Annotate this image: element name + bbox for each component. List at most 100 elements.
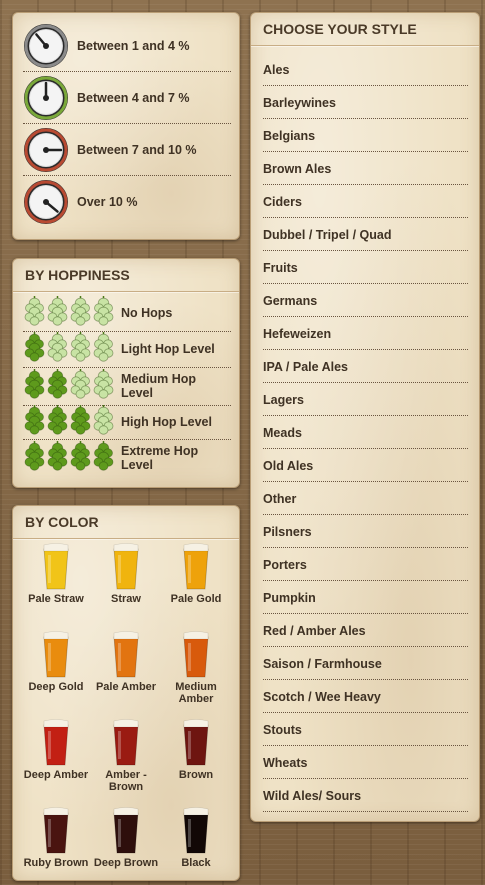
beer-color-label: Amber - Brown <box>105 769 147 793</box>
abv-option-4-7[interactable]: Between 4 and 7 % <box>23 73 231 124</box>
style-item[interactable]: Porters <box>263 548 468 581</box>
style-item[interactable]: Scotch / Wee Heavy <box>263 680 468 713</box>
style-item[interactable]: Hefeweizen <box>263 317 468 350</box>
hop-icon <box>69 440 92 477</box>
hop-icon <box>46 295 69 332</box>
abv-option-label: Between 4 and 7 % <box>77 91 190 105</box>
beer-color-option[interactable]: Deep Gold <box>21 631 91 693</box>
abv-option-over-10[interactable]: Over 10 % <box>23 177 231 227</box>
hop-icon <box>23 404 46 441</box>
beer-color-option[interactable]: Pale Amber <box>91 631 161 693</box>
beer-color-label: Straw <box>111 593 141 605</box>
beer-color-option[interactable]: Deep Amber <box>21 719 91 781</box>
hop-icons <box>23 295 115 332</box>
beer-glass-icon <box>43 543 69 590</box>
hoppiness-title: BY HOPPINESS <box>13 259 239 292</box>
beer-color-option[interactable]: Medium Amber <box>161 631 231 705</box>
beer-color-option[interactable]: Pale Gold <box>161 543 231 605</box>
beer-glass-icon <box>113 631 139 678</box>
style-item[interactable]: Fruits <box>263 251 468 284</box>
gauge-icon <box>24 76 68 120</box>
style-item[interactable]: Ciders <box>263 185 468 218</box>
hoppiness-panel: BY HOPPINESS No Hops Light Hop Level Med… <box>12 258 240 488</box>
abv-panel: Between 1 and 4 % Between 4 and 7 % Betw… <box>12 12 240 240</box>
hop-icon <box>92 295 115 332</box>
beer-color-label: Pale Gold <box>170 593 222 605</box>
beer-glass-icon <box>113 807 139 854</box>
style-item[interactable]: Saison / Farmhouse <box>263 647 468 680</box>
hop-icon <box>69 295 92 332</box>
style-item[interactable]: Pilsners <box>263 515 468 548</box>
beer-glass-icon <box>113 543 139 590</box>
hop-icon <box>69 404 92 441</box>
style-item[interactable]: Lagers <box>263 383 468 416</box>
beer-glass-icon <box>183 631 209 678</box>
gauge-icon <box>24 180 68 224</box>
beer-color-option[interactable]: Black <box>161 807 231 869</box>
hop-icon <box>46 331 69 368</box>
style-item[interactable]: Wheats <box>263 746 468 779</box>
style-item[interactable]: Brown Ales <box>263 152 468 185</box>
abv-option-7-10[interactable]: Between 7 and 10 % <box>23 125 231 176</box>
hop-level-label: High Hop Level <box>121 415 212 429</box>
beer-color-label: Pale Amber <box>95 681 157 693</box>
style-item[interactable]: Stouts <box>263 713 468 746</box>
beer-glass-icon <box>43 719 69 766</box>
style-item[interactable]: Dubbel / Tripel / Quad <box>263 218 468 251</box>
hop-level-none[interactable]: No Hops <box>23 295 231 332</box>
hop-level-high[interactable]: High Hop Level <box>23 404 231 441</box>
hop-icon <box>69 331 92 368</box>
style-item[interactable]: Old Ales <box>263 449 468 482</box>
hop-icons <box>23 404 115 441</box>
hop-level-label: No Hops <box>121 306 173 320</box>
beer-color-label: Ruby Brown <box>23 857 89 869</box>
gauge-icon <box>24 24 68 68</box>
hop-icon <box>92 368 115 405</box>
hop-level-extreme[interactable]: Extreme Hop Level <box>23 439 231 477</box>
hop-icon <box>23 440 46 477</box>
beer-glass-icon <box>183 807 209 854</box>
gauge-icon <box>24 128 68 172</box>
hop-level-label: Medium Hop Level <box>121 372 196 400</box>
hop-level-label: Light Hop Level <box>121 342 215 356</box>
hop-level-light[interactable]: Light Hop Level <box>23 331 231 368</box>
beer-glass-icon <box>113 719 139 766</box>
style-item[interactable]: Ales <box>263 53 468 86</box>
style-title: CHOOSE YOUR STYLE <box>251 13 479 46</box>
beer-color-label: Medium Amber <box>175 681 217 705</box>
hop-icon <box>92 440 115 477</box>
hop-icon <box>23 295 46 332</box>
beer-glass-icon <box>43 807 69 854</box>
style-item[interactable]: Belgians <box>263 119 468 152</box>
hop-icons <box>23 331 115 368</box>
hop-level-medium[interactable]: Medium Hop Level <box>23 367 231 406</box>
beer-color-option[interactable]: Straw <box>91 543 161 605</box>
style-item[interactable]: Meads <box>263 416 468 449</box>
color-panel: BY COLOR Pale Straw Straw Pale Gold Deep Go… <box>12 505 240 881</box>
color-title: BY COLOR <box>13 506 239 539</box>
beer-color-option[interactable]: Pale Straw <box>21 543 91 605</box>
style-item[interactable]: Other <box>263 482 468 515</box>
style-item[interactable]: Red / Amber Ales <box>263 614 468 647</box>
beer-glass-icon <box>43 631 69 678</box>
beer-color-label: Brown <box>178 769 214 781</box>
beer-color-option[interactable]: Ruby Brown <box>21 807 91 869</box>
beer-color-label: Black <box>181 857 211 869</box>
beer-color-option[interactable]: Deep Brown <box>91 807 161 869</box>
beer-color-label: Deep Brown <box>93 857 159 869</box>
beer-color-label: Deep Gold <box>28 681 84 693</box>
abv-option-1-4[interactable]: Between 1 and 4 % <box>23 21 231 72</box>
beer-color-label: Deep Amber <box>23 769 89 781</box>
beer-color-option[interactable]: Brown <box>161 719 231 781</box>
hop-level-label: Extreme Hop Level <box>121 444 199 472</box>
abv-option-label: Over 10 % <box>77 195 138 209</box>
style-item[interactable]: Wild Ales/ Sours <box>263 779 468 812</box>
style-item[interactable]: Germans <box>263 284 468 317</box>
beer-color-option[interactable]: Amber - Brown <box>91 719 161 793</box>
style-item[interactable]: Barleywines <box>263 86 468 119</box>
hop-icons <box>23 368 115 405</box>
hop-icon <box>92 404 115 441</box>
style-item[interactable]: Pumpkin <box>263 581 468 614</box>
abv-option-label: Between 7 and 10 % <box>77 143 197 157</box>
style-item[interactable]: IPA / Pale Ales <box>263 350 468 383</box>
